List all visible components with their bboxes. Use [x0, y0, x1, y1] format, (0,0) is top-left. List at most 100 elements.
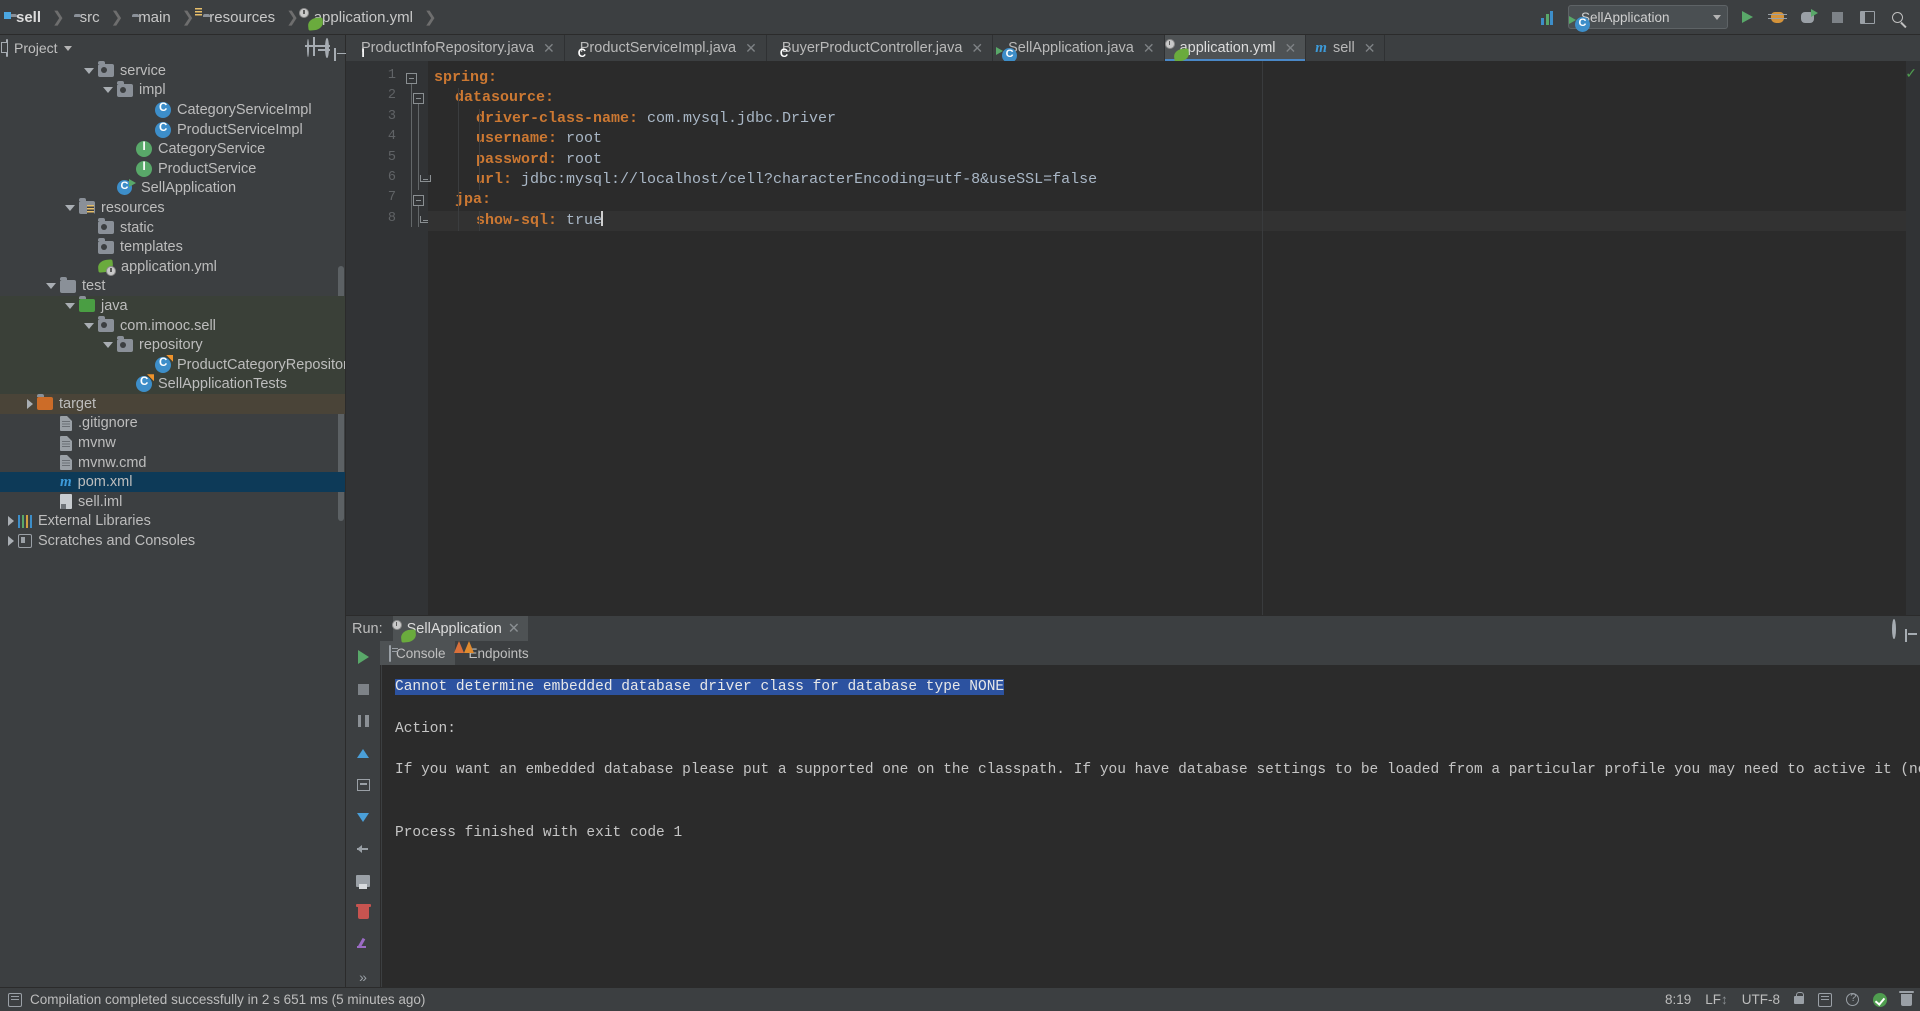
- code-line[interactable]: url: jdbc:mysql://localhost/cell?charact…: [428, 170, 1920, 190]
- expand-arrow-icon[interactable]: [84, 322, 94, 329]
- pause-icon[interactable]: [353, 711, 373, 731]
- expand-arrow-icon[interactable]: [46, 283, 56, 290]
- code-line[interactable]: username: root: [428, 129, 1920, 149]
- editor-tab-strip[interactable]: ProductInfoRepository.java ✕ ProductServic…: [346, 35, 1920, 61]
- editor-tab[interactable]: ProductServiceImpl.java ✕: [565, 35, 767, 61]
- code-line[interactable]: show-sql: true: [428, 210, 1920, 232]
- scroll-up-icon[interactable]: [353, 743, 373, 763]
- code-editor[interactable]: spring: datasource: driver-class-name: com…: [428, 61, 1920, 615]
- run-button[interactable]: [1736, 6, 1758, 28]
- soft-wrap-icon[interactable]: [353, 775, 373, 795]
- encoding-selector[interactable]: UTF-8: [1742, 992, 1780, 1007]
- rerun-icon[interactable]: [353, 647, 373, 667]
- close-icon[interactable]: ✕: [1143, 40, 1155, 57]
- expand-arrow-icon[interactable]: [103, 87, 113, 94]
- tree-node[interactable]: mvnw.cmd: [0, 453, 345, 473]
- project-tree[interactable]: service impl CategoryServiceImpl ProductSer…: [0, 61, 345, 987]
- run-tab-sellapplication[interactable]: SellApplication ✕: [391, 616, 528, 643]
- tree-node[interactable]: resources: [0, 198, 345, 218]
- editor-marker-bar[interactable]: ✓: [1905, 61, 1920, 615]
- run-sub-tab[interactable]: Console: [380, 641, 455, 665]
- tree-node[interactable]: service: [0, 61, 345, 81]
- run-with-coverage-button[interactable]: [1796, 6, 1818, 28]
- tree-node[interactable]: External Libraries: [0, 512, 345, 532]
- tree-node[interactable]: repository: [0, 335, 345, 355]
- expand-arrow-icon[interactable]: [65, 302, 75, 309]
- lock-icon[interactable]: [1794, 991, 1804, 1004]
- close-icon[interactable]: ✕: [1364, 40, 1376, 57]
- tree-node[interactable]: ProductServiceImpl: [0, 120, 345, 140]
- debug-button[interactable]: [1766, 6, 1788, 28]
- expand-arrow-icon[interactable]: [8, 536, 14, 547]
- settings-gear-icon[interactable]: [325, 38, 329, 58]
- breadcrumb-item-resources[interactable]: resources: [201, 0, 277, 34]
- tree-node[interactable]: CategoryService: [0, 139, 345, 159]
- tree-node[interactable]: ProductCategoryRepositoryTest: [0, 354, 345, 375]
- tree-node[interactable]: m pom.xml: [0, 472, 345, 493]
- help-icon[interactable]: [1846, 992, 1859, 1006]
- breadcrumb-item-application-yml[interactable]: application.yml: [298, 0, 415, 34]
- fold-collapse-icon[interactable]: [413, 93, 424, 105]
- layout-icon[interactable]: [1856, 6, 1878, 28]
- editor-tab[interactable]: m sell ✕: [1306, 35, 1386, 61]
- expand-arrow-icon[interactable]: [27, 398, 33, 409]
- update-project-icon[interactable]: [1538, 6, 1560, 28]
- trash-icon[interactable]: [1899, 990, 1914, 1006]
- tree-node[interactable]: test: [0, 276, 345, 297]
- event-log-icon[interactable]: [1818, 992, 1832, 1007]
- target-icon[interactable]: [307, 39, 309, 57]
- fold-collapse-icon[interactable]: [413, 195, 424, 207]
- expand-arrow-icon[interactable]: [65, 204, 75, 211]
- pin-icon[interactable]: [353, 935, 373, 955]
- tree-node[interactable]: application.yml: [0, 257, 345, 277]
- run-sub-tab[interactable]: Endpoints: [455, 641, 538, 665]
- clear-all-icon[interactable]: [353, 903, 373, 923]
- editor-tab[interactable]: SellApplication.java ✕: [993, 35, 1165, 61]
- stop-button[interactable]: [1826, 6, 1848, 28]
- more-icon[interactable]: »: [353, 967, 373, 987]
- tree-node[interactable]: SellApplicationTests: [0, 374, 345, 395]
- tree-node[interactable]: target: [0, 394, 345, 414]
- expand-arrow-icon[interactable]: [84, 67, 94, 74]
- editor-tab[interactable]: application.yml ✕: [1164, 35, 1307, 61]
- tree-node[interactable]: impl: [0, 80, 345, 101]
- tree-node[interactable]: Scratches and Consoles: [0, 531, 345, 551]
- tree-node[interactable]: mvnw: [0, 433, 345, 453]
- code-line[interactable]: datasource:: [428, 88, 1920, 108]
- event-log-icon[interactable]: [8, 992, 22, 1007]
- tree-node[interactable]: CategoryServiceImpl: [0, 100, 345, 120]
- chevron-down-icon[interactable]: [63, 45, 72, 51]
- stop-icon[interactable]: [353, 679, 373, 699]
- inspections-ok-icon[interactable]: [1873, 992, 1887, 1007]
- expand-arrow-icon[interactable]: [8, 516, 14, 527]
- run-sub-tabs[interactable]: Console Endpoints: [380, 641, 1920, 665]
- code-line[interactable]: driver-class-name: com.mysql.jdbc.Driver: [428, 109, 1920, 129]
- line-separator[interactable]: LF↕: [1705, 992, 1728, 1007]
- search-icon[interactable]: [1886, 6, 1908, 28]
- caret-position[interactable]: 8:19: [1665, 992, 1691, 1007]
- print-icon[interactable]: [353, 871, 373, 891]
- tree-node[interactable]: com.imooc.sell: [0, 315, 345, 336]
- close-icon[interactable]: ✕: [508, 621, 520, 637]
- close-icon[interactable]: ✕: [1285, 40, 1297, 57]
- tree-node[interactable]: .gitignore: [0, 414, 345, 434]
- code-line[interactable]: jpa:: [428, 190, 1920, 210]
- code-line[interactable]: password: root: [428, 150, 1920, 170]
- code-line[interactable]: spring:: [428, 68, 1920, 88]
- code-folding-gutter[interactable]: [402, 61, 431, 615]
- tree-node[interactable]: templates: [0, 237, 345, 257]
- editor-tab[interactable]: BuyerProductController.java ✕: [767, 35, 994, 61]
- tree-node[interactable]: java: [0, 296, 345, 316]
- breadcrumb-item-main[interactable]: main: [130, 0, 173, 34]
- tree-node[interactable]: sell.iml: [0, 492, 345, 512]
- editor-area[interactable]: 1 2 3 4 5 6 7 8 spring: datasource: driver-class-…: [346, 61, 1920, 615]
- tree-node[interactable]: ProductService: [0, 159, 345, 179]
- scroll-down-icon[interactable]: [353, 807, 373, 827]
- close-icon[interactable]: ✕: [971, 40, 983, 57]
- tree-node[interactable]: static: [0, 218, 345, 238]
- settings-gear-icon[interactable]: [1892, 618, 1896, 639]
- close-icon[interactable]: ✕: [745, 40, 757, 57]
- tree-node[interactable]: SellApplication: [0, 179, 345, 199]
- expand-arrow-icon[interactable]: [103, 342, 113, 349]
- breadcrumb-item-sell[interactable]: sell: [8, 0, 43, 34]
